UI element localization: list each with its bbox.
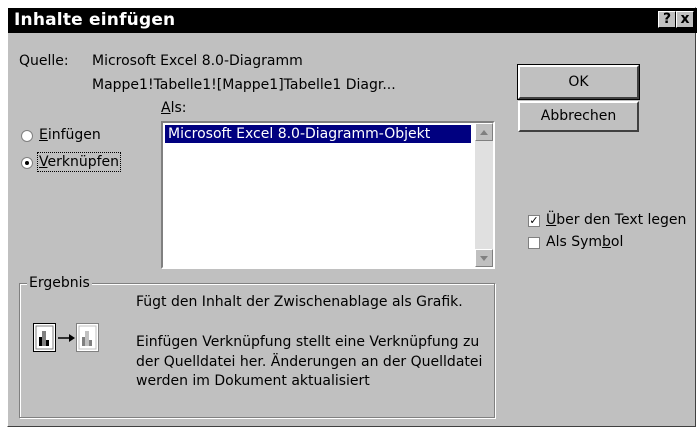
display-as-icon-label: Als Symbol: [546, 234, 624, 250]
result-text-line2: Einfügen Verknüpfung stellt eine Verknüp…: [136, 334, 480, 350]
float-over-text-checkbox[interactable]: ✓ Über den Text legen: [528, 212, 696, 232]
help-icon: ?: [662, 11, 672, 27]
result-text-line3: der Quelldatei her. Änderungen an der Qu…: [136, 354, 483, 370]
scroll-down-button[interactable]: [475, 249, 493, 267]
checkbox-check-icon[interactable]: ✓: [528, 215, 540, 227]
list-item[interactable]: Microsoft Excel 8.0-Diagramm-Objekt: [165, 125, 471, 143]
close-button[interactable]: x: [676, 11, 694, 28]
chart-document-icon: [33, 323, 99, 352]
as-label: Als:: [161, 100, 187, 116]
dialog-title: Inhalte einfügen: [14, 10, 176, 30]
paste-special-dialog: Inhalte einfügen ? x Quelle: Microsoft E…: [7, 7, 697, 427]
checkbox-box[interactable]: [528, 237, 540, 249]
ok-button[interactable]: OK: [517, 64, 640, 100]
paste-radio-label: Einfügen: [39, 127, 101, 143]
float-over-text-label: Über den Text legen: [546, 212, 687, 228]
scroll-up-button[interactable]: [475, 123, 493, 141]
cancel-button[interactable]: Abbrechen: [518, 101, 639, 132]
paste-radio[interactable]: Einfügen: [21, 127, 131, 147]
link-radio[interactable]: Verknüpfen: [21, 152, 131, 174]
result-legend: Ergebnis: [27, 275, 92, 291]
source-path: Mappe1!Tabelle1![Mappe1]Tabelle1 Diagr..…: [92, 77, 396, 93]
result-text-line4: werden im Dokument aktualisiert: [136, 373, 370, 389]
radio-selected-dot: [25, 161, 29, 165]
result-text-line1: Fügt den Inhalt der Zwischenablage als G…: [136, 294, 463, 310]
as-listbox[interactable]: Microsoft Excel 8.0-Diagramm-Objekt: [161, 121, 495, 269]
close-icon: x: [680, 11, 690, 27]
result-groupbox: Ergebnis Fügt den Inhalt der Zwischenabl…: [19, 275, 495, 418]
result-illustration: [33, 323, 113, 353]
source-label: Quelle:: [19, 53, 69, 69]
listbox-scrollbar[interactable]: [475, 123, 493, 267]
radio-paste-circle[interactable]: [21, 130, 33, 142]
display-as-icon-checkbox[interactable]: Als Symbol: [528, 234, 638, 254]
triangle-down-icon: [480, 256, 488, 261]
triangle-up-icon: [480, 130, 488, 135]
link-radio-label: Verknüpfen: [36, 152, 122, 172]
radio-link-circle[interactable]: [21, 157, 33, 169]
source-name: Microsoft Excel 8.0-Diagramm: [92, 53, 303, 69]
help-button[interactable]: ?: [658, 11, 676, 28]
title-bar: Inhalte einfügen ? x: [8, 8, 697, 33]
